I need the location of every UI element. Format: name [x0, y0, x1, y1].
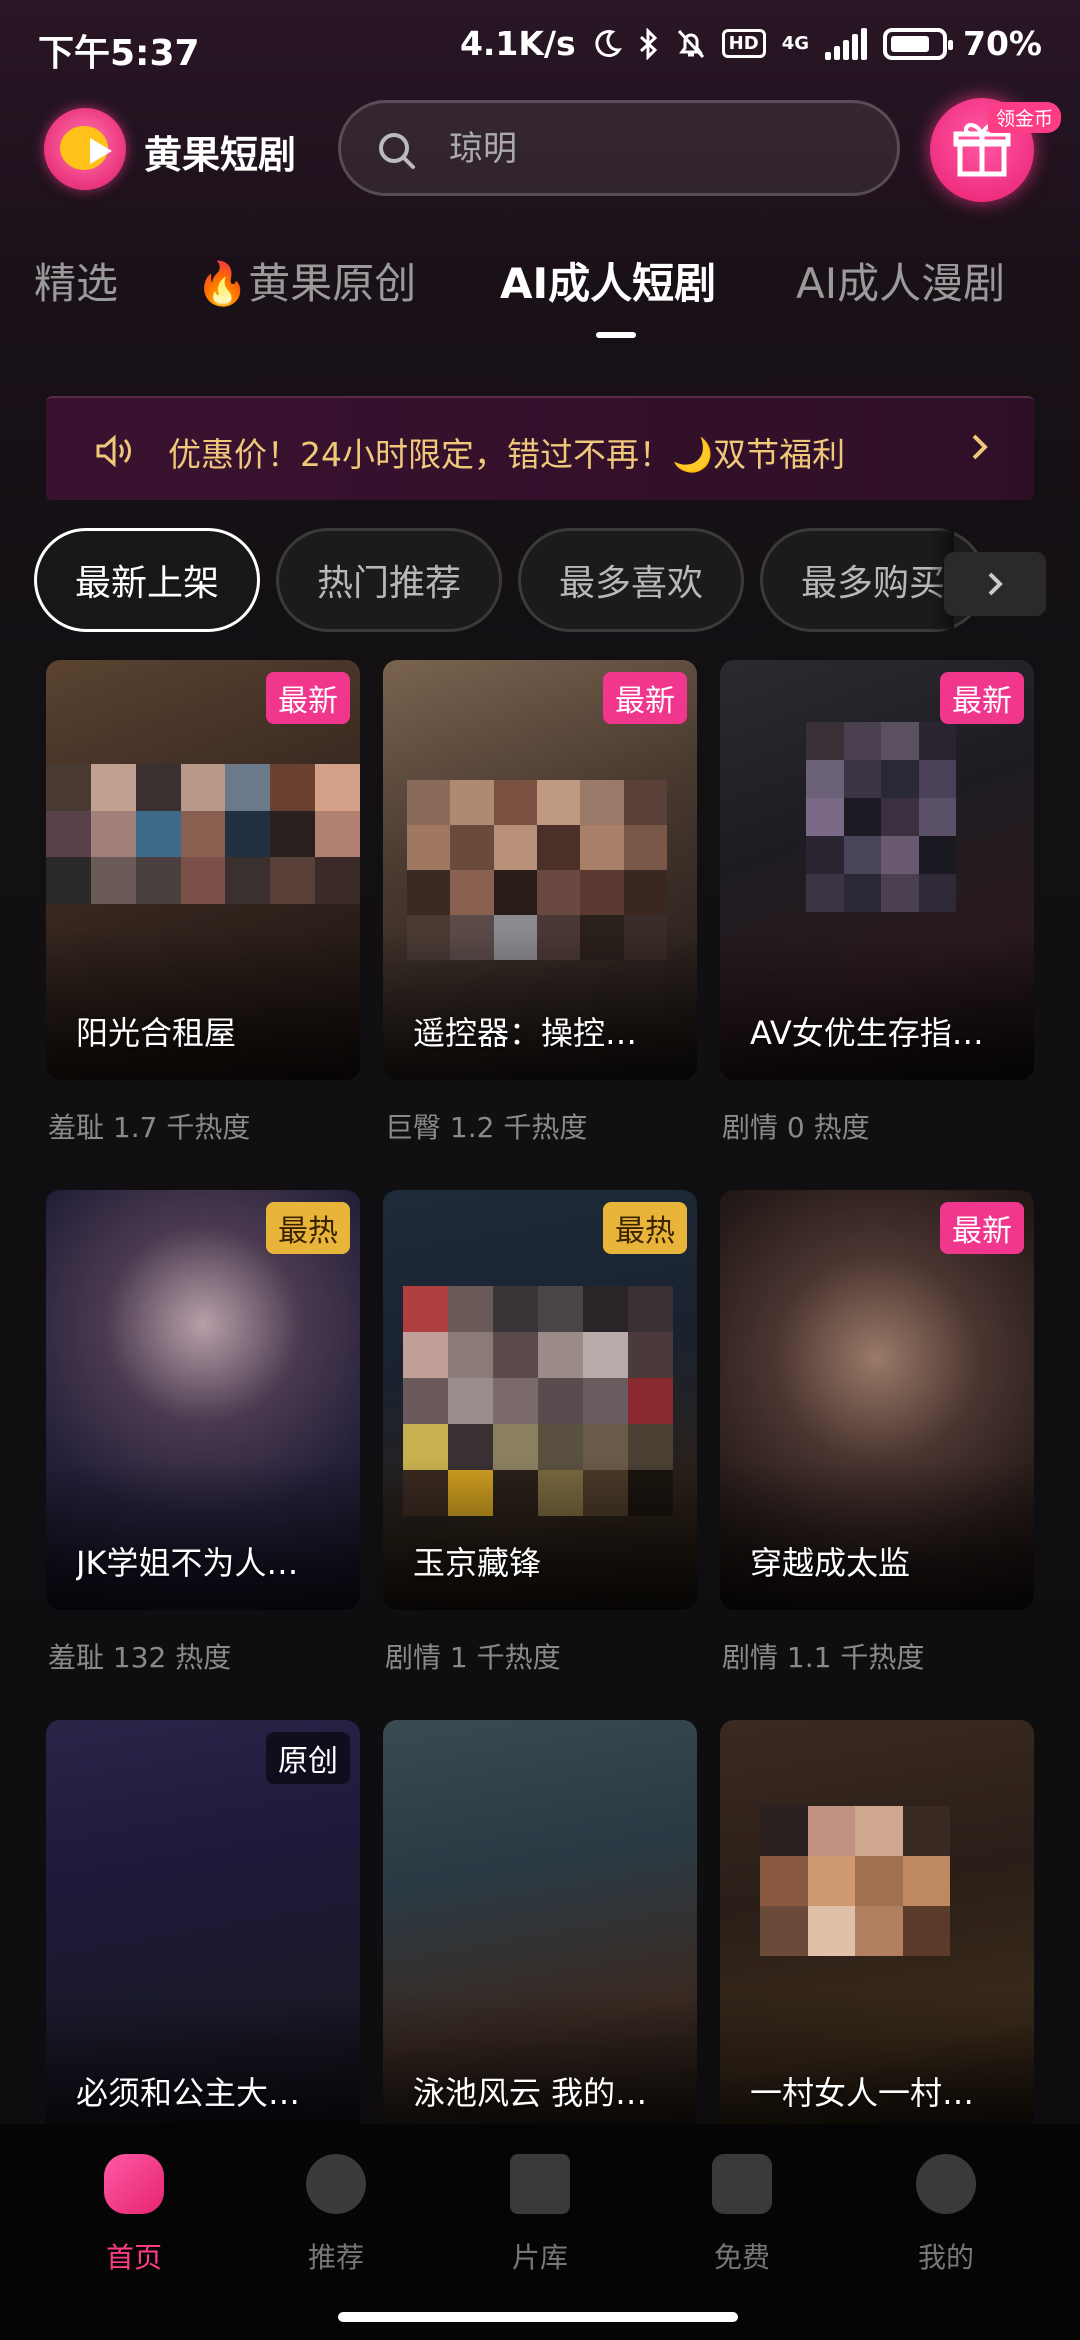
app-name: 黄果短剧 — [144, 133, 297, 177]
drama-title: 玉京藏锋 — [413, 1544, 542, 1582]
drama-card[interactable]: 最热 JK学姐不为人… — [46, 1190, 360, 1610]
drama-meta: 剧情 0 热度 — [722, 1111, 870, 1144]
status-badge: 最新 — [940, 672, 1024, 724]
active-tab-indicator — [596, 332, 636, 338]
status-badge: 最热 — [603, 1202, 687, 1254]
status-time: 下午5:37 — [38, 33, 200, 74]
app-screen: 下午5:37 4.1K/s HD 4G 70% 黄果短剧 领金币 — [0, 0, 1080, 2340]
tab-original[interactable]: 🔥黄果原创 — [196, 250, 416, 311]
status-badge: 最新 — [266, 672, 350, 724]
home-icon — [104, 2154, 164, 2214]
tab-featured[interactable]: 精选 — [34, 250, 118, 311]
drama-title: 阳光合租屋 — [76, 1014, 237, 1052]
drama-card[interactable]: 最新 AV女优生存指… — [720, 660, 1034, 1080]
cover-shade — [46, 1460, 360, 1610]
net-speed: 4.1K/s — [459, 24, 576, 63]
tab-ai-drama[interactable]: AI成人短剧 — [500, 250, 716, 311]
bottom-nav: 首页 推荐 片库 免费 我的 — [0, 2124, 1080, 2340]
filter-newest[interactable]: 最新上架 — [34, 528, 260, 632]
star-icon — [306, 2154, 366, 2214]
drama-card[interactable]: 最新 穿越成太监 — [720, 1190, 1034, 1610]
hd-badge: HD — [721, 29, 766, 58]
filter-most-liked[interactable]: 最多喜欢 — [518, 528, 744, 632]
nav-free[interactable]: 免费 — [682, 2154, 802, 2284]
filter-chips: 最新上架 热门推荐 最多喜欢 最多购买 — [34, 528, 1046, 632]
mosaic-blur — [46, 764, 360, 904]
nav-library[interactable]: 片库 — [480, 2154, 600, 2284]
drama-meta: 剧情 1 千热度 — [385, 1641, 561, 1674]
drama-title: 泳池风云 我的… — [413, 2074, 648, 2112]
banner-text: 优惠价！24小时限定，错过不再！🌙双节福利 — [168, 435, 846, 474]
tag-icon — [712, 2154, 772, 2214]
cover-shade — [720, 1990, 1034, 2140]
app-logo — [44, 108, 126, 190]
status-bar: 下午5:37 4.1K/s HD 4G 70% — [0, 0, 1080, 96]
status-badge: 最新 — [940, 1202, 1024, 1254]
drama-meta: 剧情 1.1 千热度 — [722, 1641, 925, 1674]
status-badge: 最热 — [266, 1202, 350, 1254]
chevron-right-icon — [988, 572, 1003, 596]
cover-shade — [720, 930, 1034, 1080]
cover-shade — [46, 930, 360, 1080]
nav-label: 推荐 — [307, 2241, 364, 2274]
battery-icon — [883, 27, 953, 60]
cover-shade — [720, 1460, 1034, 1610]
drama-card[interactable]: 一村女人一村… — [720, 1720, 1034, 2140]
profile-icon — [916, 2154, 976, 2214]
network-type: 4G — [781, 33, 809, 54]
chevron-right-icon — [972, 434, 988, 460]
drama-title: JK学姐不为人… — [76, 1544, 299, 1582]
cover-shade — [46, 1990, 360, 2140]
drama-meta: 羞耻 132 热度 — [48, 1641, 232, 1674]
search-bar[interactable] — [338, 100, 900, 196]
drama-title: 穿越成太监 — [750, 1544, 911, 1582]
moon-icon — [595, 29, 622, 57]
mute-bell-icon — [677, 29, 704, 58]
speaker-icon — [96, 434, 131, 468]
signal-icon — [825, 27, 867, 60]
mosaic-blur — [806, 722, 956, 912]
cover-shade — [383, 930, 697, 1080]
drama-title: 必须和公主大… — [76, 2074, 301, 2112]
cover-shade — [383, 1460, 697, 1610]
nav-recommend[interactable]: 推荐 — [276, 2154, 396, 2284]
drama-meta: 羞耻 1.7 千热度 — [48, 1111, 251, 1144]
drama-title: AV女优生存指… — [750, 1014, 984, 1052]
gift-badge: 领金币 — [988, 102, 1062, 133]
promo-banner[interactable]: 优惠价！24小时限定，错过不再！🌙双节福利 — [46, 396, 1034, 500]
drama-card[interactable]: 最热 玉京藏锋 — [383, 1190, 697, 1610]
drama-meta: 巨臀 1.2 千热度 — [385, 1111, 588, 1144]
search-input[interactable] — [449, 125, 849, 173]
category-tabs: 精选 🔥黄果原创 AI成人短剧 AI成人漫剧 — [34, 250, 1080, 340]
drama-title: 遥控器：操控… — [413, 1014, 638, 1052]
search-icon — [379, 133, 415, 169]
nav-label: 片库 — [511, 2241, 568, 2274]
status-icons: 4.1K/s HD 4G 70% — [460, 24, 1042, 63]
mosaic-blur — [760, 1806, 950, 1956]
cover-shade — [383, 1990, 697, 2140]
clapperboard-icon — [510, 2154, 570, 2214]
status-badge: 原创 — [266, 1732, 350, 1784]
tab-ai-comic[interactable]: AI成人漫剧 — [796, 250, 1005, 311]
nav-profile[interactable]: 我的 — [886, 2154, 1006, 2284]
filter-popular[interactable]: 热门推荐 — [276, 528, 502, 632]
drama-title: 一村女人一村… — [750, 2074, 975, 2112]
nav-home[interactable]: 首页 — [74, 2154, 194, 2284]
drama-card[interactable]: 泳池风云 我的… — [383, 1720, 697, 2140]
home-indicator — [338, 2312, 738, 2322]
drama-card[interactable]: 原创 必须和公主大… — [46, 1720, 360, 2140]
nav-label: 首页 — [105, 2241, 162, 2274]
filter-more-button[interactable] — [944, 552, 1046, 616]
status-badge: 最新 — [603, 672, 687, 724]
drama-card[interactable]: 最新 阳光合租屋 — [46, 660, 360, 1080]
nav-label: 免费 — [713, 2241, 770, 2274]
nav-label: 我的 — [917, 2241, 974, 2274]
drama-card[interactable]: 最新 遥控器：操控… — [383, 660, 697, 1080]
bluetooth-icon — [639, 27, 657, 60]
battery-percent: 70% — [963, 24, 1042, 63]
